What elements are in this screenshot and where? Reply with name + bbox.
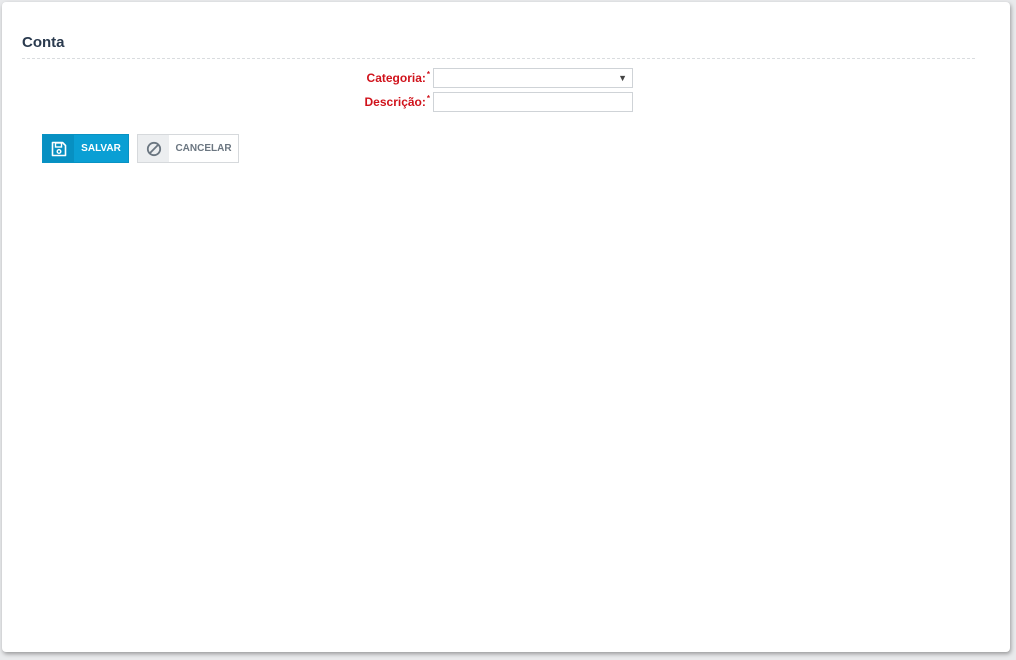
required-asterisk: * [426, 70, 430, 79]
page-title: Conta [22, 34, 65, 51]
descricao-label: Descrição:* [365, 92, 431, 112]
title-divider [22, 58, 975, 59]
cancel-button[interactable]: CANCELAR [137, 134, 239, 163]
descricao-label-text: Descrição: [364, 95, 426, 109]
floppy-disk-icon [43, 135, 74, 162]
categoria-row: Categoria:* ▼ [2, 68, 1010, 88]
categoria-label-text: Categoria: [366, 71, 426, 85]
categoria-select[interactable]: ▼ [433, 68, 633, 88]
caret-down-icon: ▼ [618, 73, 627, 83]
descricao-row: Descrição:* [2, 92, 1010, 112]
ban-icon [138, 135, 169, 162]
required-asterisk: * [426, 94, 430, 103]
descricao-input[interactable] [433, 92, 633, 112]
save-button[interactable]: SALVAR [42, 134, 129, 163]
form-panel: Conta Categoria:* ▼ Descrição:* SALVAR C… [2, 2, 1010, 652]
save-button-label: SALVAR [81, 143, 121, 154]
categoria-label: Categoria:* [367, 68, 430, 88]
cancel-button-label: CANCELAR [175, 143, 232, 154]
